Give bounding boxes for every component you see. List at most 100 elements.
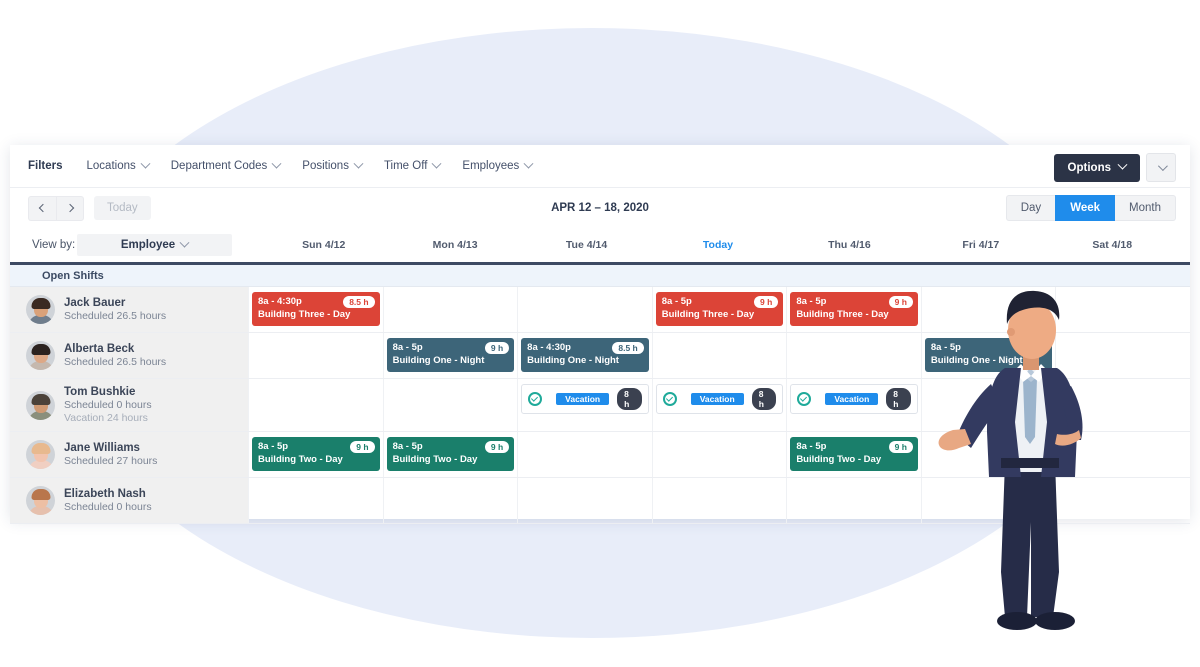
schedule-cell[interactable]: 8a - 5p Building Two - Day 9 h [248,432,383,477]
options-dropdown-button[interactable] [1146,153,1176,182]
shift-card[interactable]: 8a - 5p Building Two - Day 9 h [790,437,918,471]
schedule-cell[interactable] [651,333,787,378]
shift-location: Building Three - Day [796,309,889,320]
shift-hours-badge: 9 h [754,296,779,308]
shift-location: Building Two - Day [258,454,343,465]
employee-info-cell[interactable]: Tom Bushkie Scheduled 0 hours Vacation 24 … [10,379,248,431]
employee-meta: Tom Bushkie Scheduled 0 hours Vacation 24 … [64,386,152,424]
options-button[interactable]: Options [1053,153,1140,182]
next-week-button[interactable] [56,195,84,221]
schedule-cell[interactable] [248,478,383,523]
schedule-cell[interactable] [517,287,652,332]
filter-positions[interactable]: Positions [302,158,364,172]
businessman-pointing-illustration [938,290,1083,630]
shift-card[interactable]: 8a - 5p Building Three - Day 9 h [655,292,784,326]
schedule-cell[interactable]: Vacation 8 h [517,379,652,431]
shift-card[interactable]: 8a - 5p Building One - Night 9 h [386,338,515,372]
time-off-card[interactable]: Vacation 8 h [521,384,649,414]
avatar [26,295,55,324]
chevron-down-icon [523,158,534,169]
avatar [26,486,55,515]
filter-label: Department Codes [170,160,268,172]
view-week-button[interactable]: Week [1055,195,1116,221]
schedule-cell[interactable] [248,379,383,431]
time-off-card[interactable]: Vacation 8 h [790,384,918,414]
employee-info-cell[interactable]: Alberta Beck Scheduled 26.5 hours [10,333,248,378]
filters-label: Filters [28,160,63,172]
schedule-cell[interactable] [651,432,787,477]
open-shifts-label: Open Shifts [42,269,104,282]
shift-card[interactable]: 8a - 5p Building Two - Day 9 h [252,437,380,471]
employee-name: Jack Bauer [64,297,126,309]
employee-scheduled-hours: Scheduled 26.5 hours [64,310,167,322]
shift-location: Building Two - Day [392,454,478,465]
avatar [26,440,55,469]
schedule-cell[interactable] [382,287,518,332]
filter-label: Employees [462,160,520,172]
filter-label: Positions [302,160,349,172]
schedule-cell[interactable]: Vacation 8 h [786,379,921,431]
viewby-select[interactable]: Employee [77,234,232,256]
filter-department-codes[interactable]: Department Codes [170,158,282,172]
chevron-down-icon [271,158,282,169]
day-column-headers: Sun 4/12 Mon 4/13 Tue 4/14 Today Thu 4/16 Fri… [258,228,1178,262]
schedule-cell[interactable] [382,379,518,431]
schedule-cell[interactable] [248,333,383,378]
day-header-0: Sun 4/12 [302,239,346,251]
schedule-cell[interactable]: 8a - 5p Building Two - Day 9 h [786,432,921,477]
schedule-cell[interactable] [382,478,518,523]
view-month-button[interactable]: Month [1115,195,1176,221]
schedule-cell[interactable] [651,478,787,523]
shift-location: Building Three - Day [661,309,755,320]
date-nav-buttons [28,195,84,221]
filter-locations[interactable]: Locations [87,158,151,172]
shift-hours-badge: 8.5 h [343,296,375,308]
employee-scheduled-hours: Scheduled 27 hours [64,455,158,467]
viewby-label: View by: [32,239,76,251]
avatar [26,341,55,370]
time-off-hours-badge: 8 h [751,388,777,410]
schedule-cell[interactable]: 8a - 4:30p Building Three - Day 8.5 h [248,287,383,332]
employee-meta: Jack Bauer Scheduled 26.5 hours [64,297,166,322]
shift-card[interactable]: 8a - 5p Building Two - Day 9 h [386,437,515,471]
schedule-cell[interactable]: 8a - 5p Building Three - Day 9 h [786,287,921,332]
viewby-select-value: Employee [120,239,176,251]
employee-name: Jane Williams [64,442,140,454]
schedule-cell[interactable]: 8a - 5p Building One - Night 9 h [382,333,518,378]
shift-hours-badge: 9 h [888,441,913,453]
schedule-cell[interactable]: 8a - 5p Building Two - Day 9 h [382,432,518,477]
chevron-down-icon [353,158,364,169]
chevron-down-icon [140,158,151,169]
schedule-cell[interactable] [786,478,921,523]
shift-location: Building Two - Day [796,454,882,465]
day-header-4: Thu 4/16 [828,239,871,251]
filter-menu-list: Locations Department Codes Positions Time O… [87,158,555,172]
day-header-3: Today [702,239,734,251]
employee-info-cell[interactable]: Jack Bauer Scheduled 26.5 hours [10,287,248,332]
chevron-down-icon [1117,159,1128,170]
shift-hours-badge: 9 h [888,296,913,308]
schedule-cell[interactable]: Vacation 8 h [651,379,787,431]
employee-scheduled-hours: Scheduled 0 hours [64,501,152,513]
schedule-cell[interactable]: 8a - 5p Building Three - Day 9 h [651,287,787,332]
schedule-cell[interactable] [786,333,921,378]
view-mode-toggle: Day Week Month [1005,195,1176,221]
date-navigation-bar: Today APR 12 – 18, 2020 Day Week Month [10,188,1190,228]
shift-card[interactable]: 8a - 4:30p Building Three - Day 8.5 h [252,292,380,326]
avatar [26,390,55,420]
schedule-cell[interactable] [517,432,652,477]
options-button-label: Options [1067,161,1111,174]
shift-card[interactable]: 8a - 4:30p Building One - Night 8.5 h [521,338,649,372]
check-circle-icon [528,392,543,406]
employee-info-cell[interactable]: Jane Williams Scheduled 27 hours [10,432,248,477]
previous-week-button[interactable] [28,195,56,221]
time-off-card[interactable]: Vacation 8 h [655,384,784,414]
view-day-button[interactable]: Day [1005,195,1056,221]
schedule-cell[interactable]: 8a - 4:30p Building One - Night 8.5 h [517,333,652,378]
today-button[interactable]: Today [94,196,151,220]
employee-info-cell[interactable]: Elizabeth Nash Scheduled 0 hours [10,478,248,523]
schedule-cell[interactable] [517,478,652,523]
filter-employees[interactable]: Employees [462,158,534,172]
shift-card[interactable]: 8a - 5p Building Three - Day 9 h [790,292,918,326]
filter-time-off[interactable]: Time Off [384,158,442,172]
